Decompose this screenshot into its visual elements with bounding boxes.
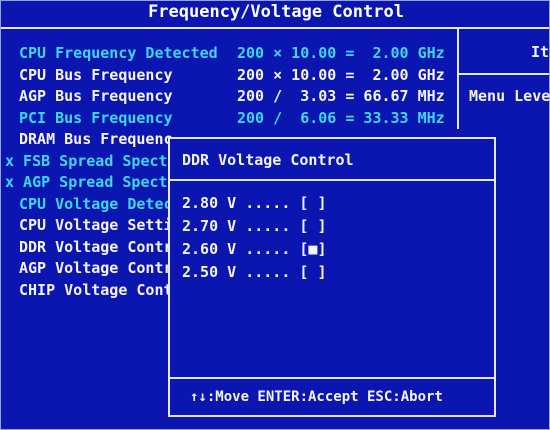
setting-label[interactable]: DRAM Bus Frequenc <box>19 129 173 150</box>
voltage-option[interactable]: 2.80 V ..... [ ] <box>182 193 327 214</box>
voltage-option[interactable]: 2.50 V ..... [ ] <box>182 262 327 283</box>
help-divider <box>457 27 459 129</box>
setting-value: 200 / 6.06 = 33.33 MHz <box>237 108 445 127</box>
page-title: Frequency/Voltage Control <box>148 2 404 22</box>
setting-label[interactable]: CPU Frequency Detected <box>19 43 218 64</box>
dialog-footer-divider <box>170 377 494 379</box>
setting-label[interactable]: AGP Bus Frequency <box>19 86 173 107</box>
help-title: It <box>531 43 550 61</box>
setting-label[interactable]: CHIP Voltage Cont <box>19 280 173 301</box>
setting-label[interactable]: x FSB Spread Spectr <box>5 151 177 172</box>
setting-label[interactable]: CPU Voltage Detec <box>19 194 173 215</box>
setting-label[interactable]: AGP Voltage Contr <box>19 258 173 279</box>
help-menu-level: Menu Leve <box>469 87 550 105</box>
setting-label[interactable]: PCI Bus Frequency <box>19 108 173 129</box>
ddr-voltage-dialog: DDR Voltage Control 2.80 V ..... [ ] 2.70… <box>168 137 496 417</box>
setting-label[interactable]: x AGP Spread Spectr <box>5 172 177 193</box>
setting-label[interactable]: CPU Bus Frequency <box>19 65 173 86</box>
dialog-title-divider <box>170 179 494 181</box>
setting-value: 200 / 3.03 = 66.67 MHz <box>237 87 445 105</box>
setting-label[interactable]: DDR Voltage Contr <box>19 237 173 258</box>
help-title-divider <box>459 73 549 75</box>
setting-value: 200 × 10.00 = 2.00 GHz <box>237 44 445 62</box>
voltage-option[interactable]: 2.70 V ..... [ ] <box>182 216 327 237</box>
dialog-footer: ↑↓:Move ENTER:Accept ESC:Abort <box>190 389 443 405</box>
setting-label[interactable]: CPU Voltage Setti <box>19 215 173 236</box>
setting-value: 200 × 10.00 = 2.00 GHz <box>237 65 445 84</box>
voltage-option[interactable]: 2.60 V ..... [■] <box>182 239 327 260</box>
header-divider <box>1 27 549 29</box>
dialog-title: DDR Voltage Control <box>182 151 354 169</box>
